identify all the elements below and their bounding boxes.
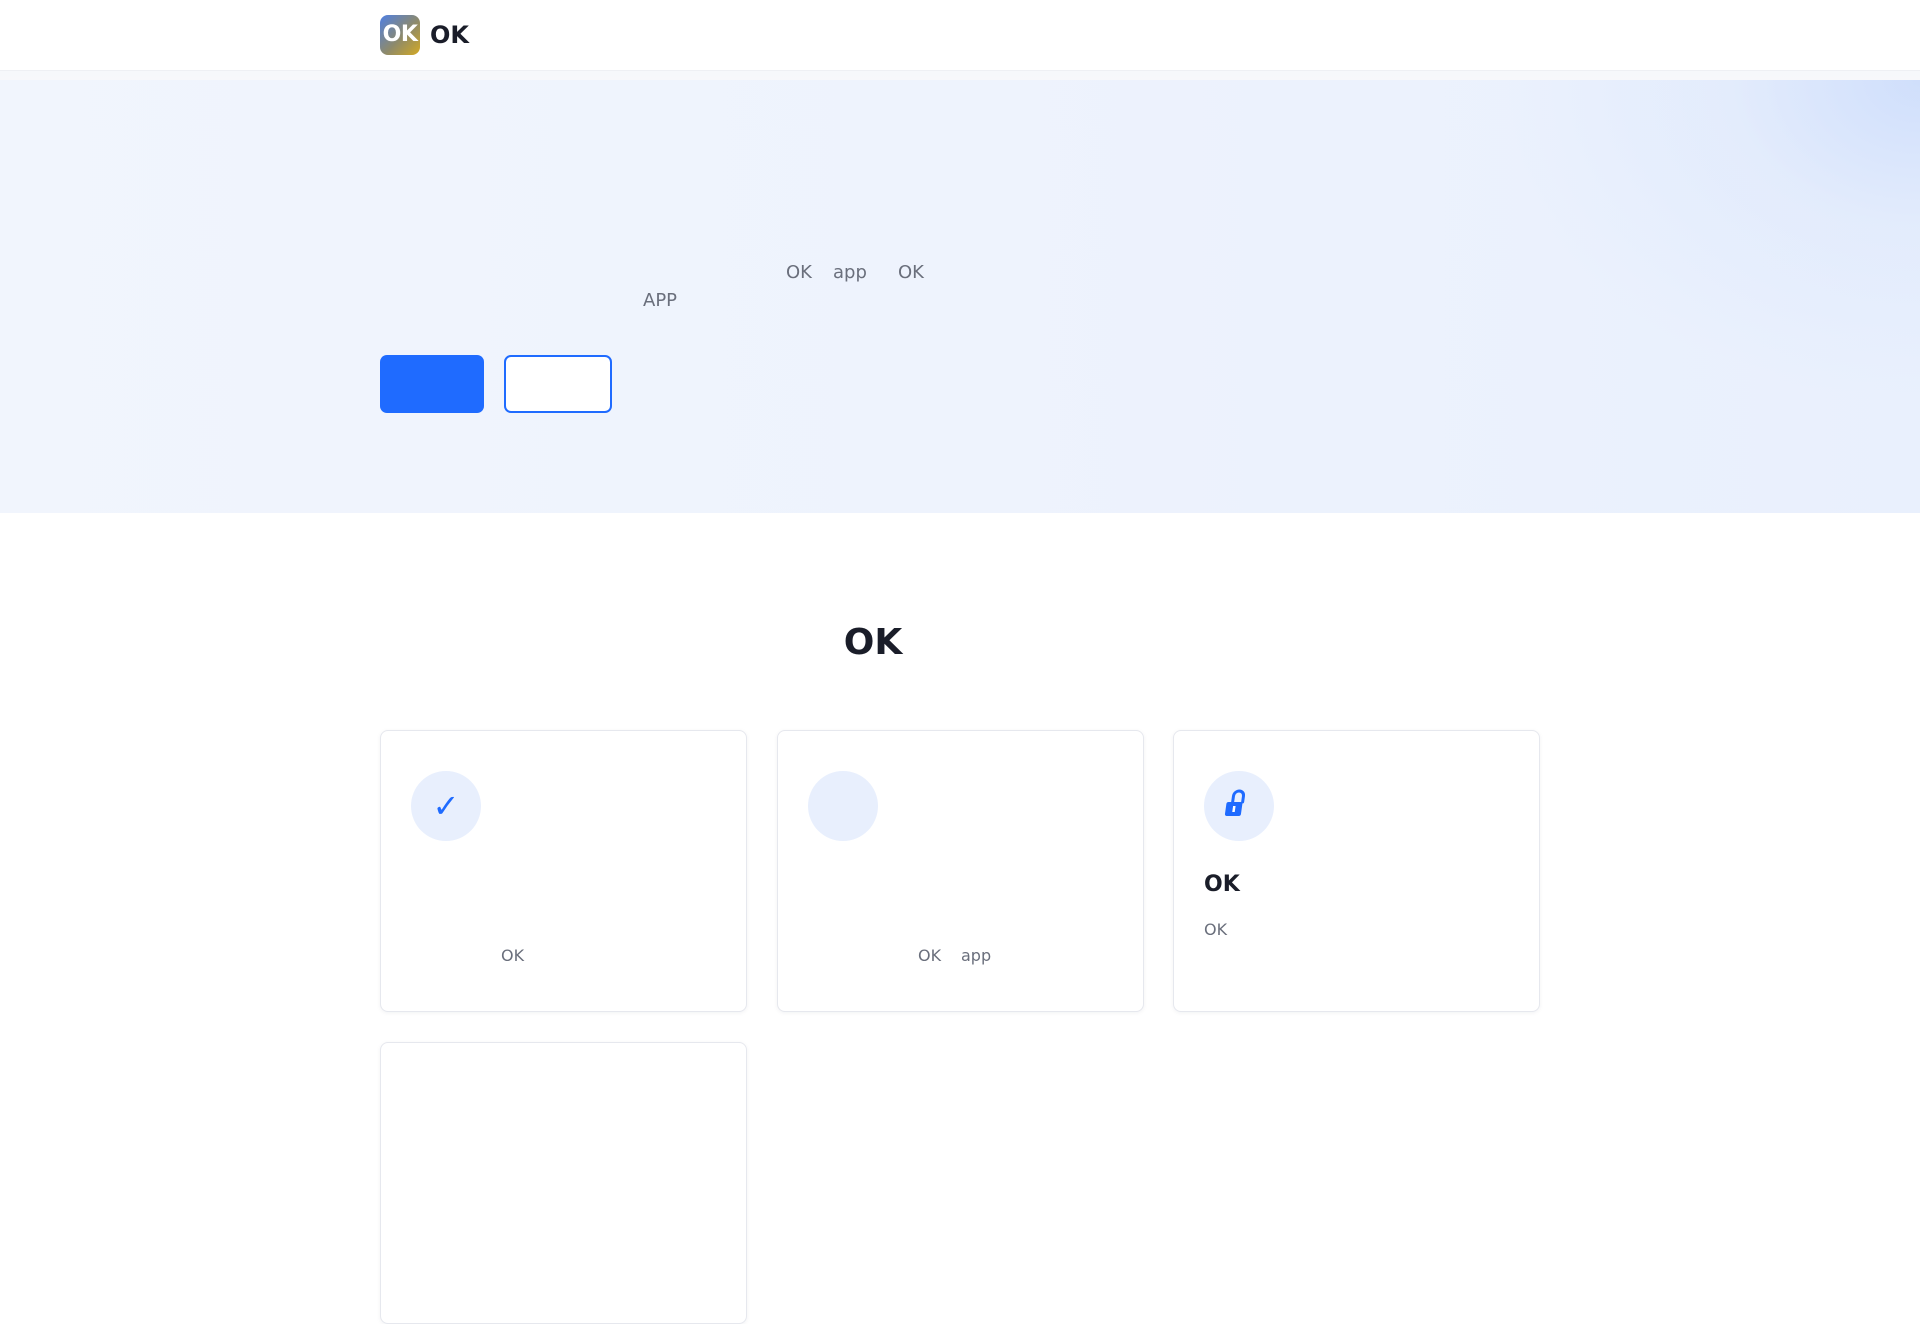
card-2-text-app: app <box>961 946 992 965</box>
lock-icon-svg <box>1224 789 1246 816</box>
card-2-text-ok: OK <box>918 946 942 965</box>
section-title: OK <box>843 622 903 663</box>
feature-card-2: OK app <box>777 730 1144 1012</box>
primary-button[interactable] <box>380 355 484 413</box>
feature-card-3: OK OK <box>1173 730 1540 1012</box>
hero-text-ok-2: OK <box>898 262 924 283</box>
hero-text-app-upper: APP <box>643 290 678 311</box>
card-3-title: OK <box>1204 872 1240 897</box>
hero-section: OK app OK APP <box>0 80 1920 513</box>
top-header: OK OK <box>0 0 1920 71</box>
feature-card-4 <box>380 1042 747 1324</box>
brand-name[interactable]: OK <box>430 18 469 52</box>
header-divider <box>0 71 1920 80</box>
card-1-text: OK <box>501 946 525 965</box>
hero-text-app: app <box>833 262 867 283</box>
hero-text-ok-1: OK <box>786 262 812 283</box>
app-logo[interactable]: OK <box>380 15 420 55</box>
card-3-text: OK <box>1204 920 1228 939</box>
feature-card-1: ✓ OK <box>380 730 747 1012</box>
check-icon: ✓ <box>411 771 481 841</box>
secondary-button[interactable] <box>504 355 612 413</box>
lock-icon <box>1204 771 1274 841</box>
blank-icon <box>808 771 878 841</box>
